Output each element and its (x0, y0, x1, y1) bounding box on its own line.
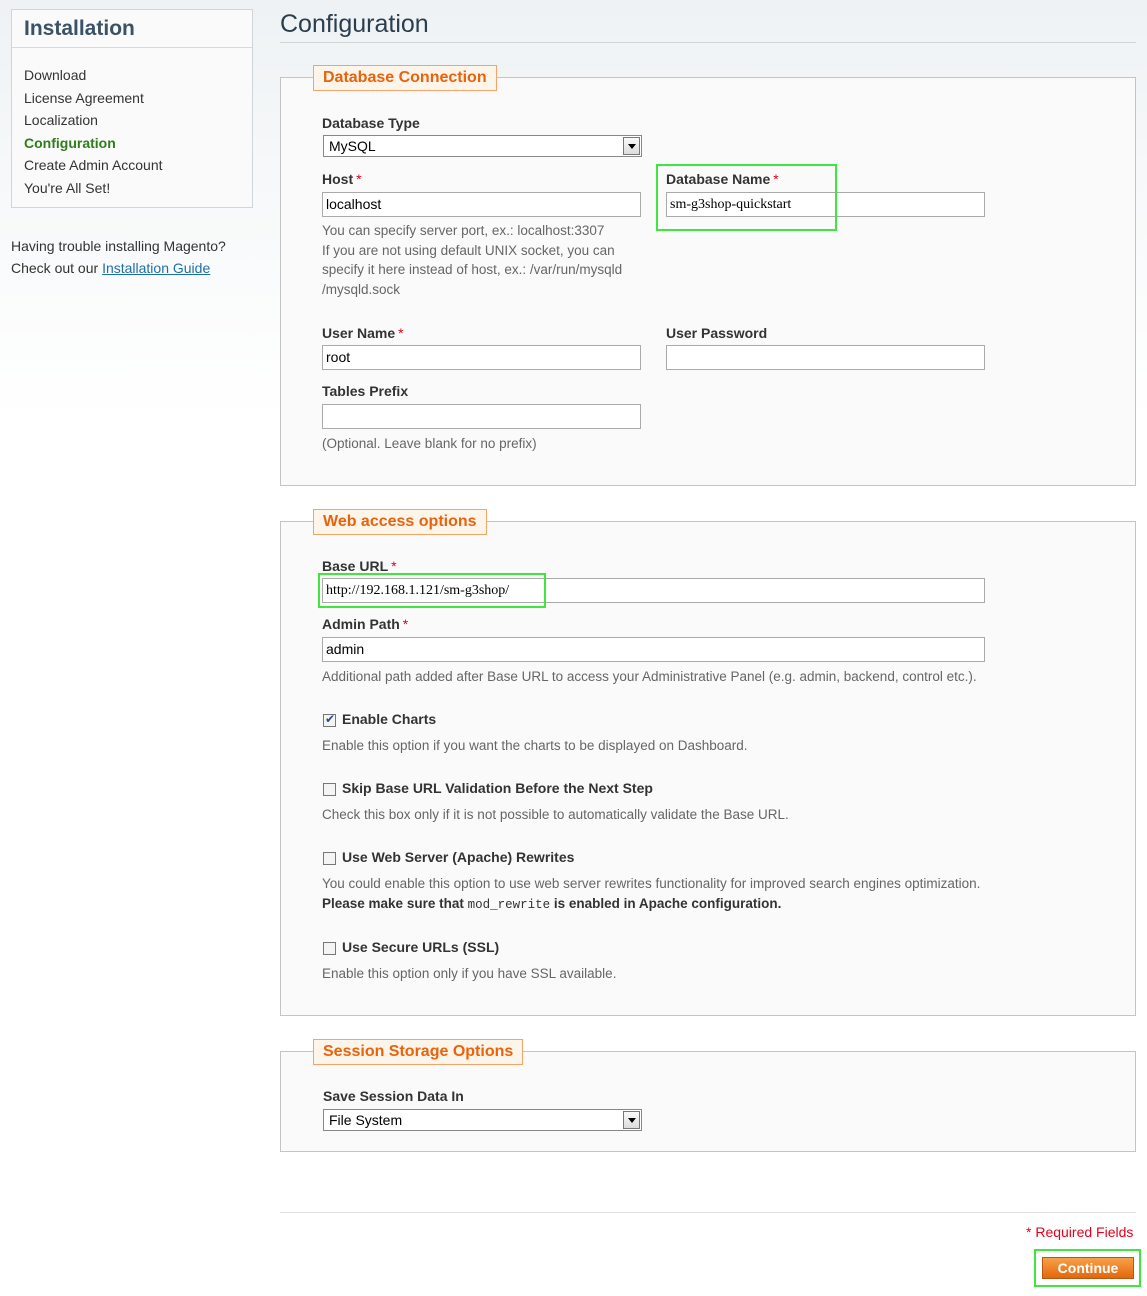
required-asterisk: * (402, 616, 409, 632)
help-prefix: Check out our (11, 260, 99, 276)
secure-urls-label[interactable]: Use Secure URLs (SSL) (342, 939, 499, 955)
highlight-continue (1034, 1249, 1141, 1287)
user-name-input[interactable]: root (322, 345, 641, 370)
save-session-value: File System (329, 1112, 403, 1128)
web-server-rewrites-label[interactable]: Use Web Server (Apache) Rewrites (342, 849, 574, 865)
required-asterisk: * (356, 171, 362, 187)
help-line: Check out our Installation Guide (11, 257, 226, 279)
user-name-label-text: User Name (322, 325, 396, 341)
user-name-label: User Name * (322, 325, 404, 341)
database-connection-legend: Database Connection (313, 65, 497, 91)
highlight-database-name (656, 164, 837, 231)
rewrites-warning-start: Please make sure that (322, 895, 464, 911)
admin-path-note: Additional path added after Base URL to … (322, 669, 977, 684)
database-type-select[interactable]: MySQL (323, 135, 642, 157)
tables-prefix-label: Tables Prefix (322, 383, 409, 399)
tables-prefix-input[interactable] (322, 404, 641, 429)
title-divider (280, 42, 1136, 43)
user-password-input[interactable] (666, 345, 985, 370)
secure-urls-note: Enable this option only if you have SSL … (322, 966, 617, 981)
help-text: Having trouble installing Magento? Check… (11, 235, 226, 279)
session-storage-fieldset: Session Storage Options Save Session Dat… (280, 1039, 1136, 1152)
rewrites-note-line: Please make sure that mod_rewrite is ena… (322, 894, 980, 916)
rewrites-warning-end: is enabled in Apache configuration. (553, 895, 782, 911)
divider (12, 47, 252, 48)
installation-guide-link[interactable]: Installation Guide (102, 260, 210, 276)
host-note: You can specify server port, ex.: localh… (322, 221, 622, 299)
skip-validation-checkbox[interactable] (323, 783, 336, 796)
installation-steps-panel: Installation Download License Agreement … (11, 9, 253, 208)
database-type-value: MySQL (329, 138, 376, 154)
tables-prefix-note: (Optional. Leave blank for no prefix) (322, 436, 537, 451)
host-input[interactable]: localhost (322, 192, 641, 217)
step-download: Download (24, 67, 87, 83)
admin-path-label-text: Admin Path (322, 616, 400, 632)
enable-charts-checkbox[interactable] (323, 712, 336, 727)
help-question: Having trouble installing Magento? (11, 238, 226, 254)
host-note-line: You can specify server port, ex.: localh… (322, 223, 605, 238)
skip-validation-label[interactable]: Skip Base URL Validation Before the Next… (342, 780, 653, 796)
chevron-down-icon[interactable] (623, 137, 640, 155)
footer-divider (280, 1212, 1136, 1213)
step-list: Download License Agreement Localization … (24, 64, 163, 199)
database-connection-fieldset: Database Connection Database Type MySQL … (280, 65, 1136, 486)
required-asterisk: * (398, 325, 404, 341)
host-note-line: /mysqld.sock (322, 281, 401, 297)
base-url-label-text: Base URL (322, 558, 389, 574)
required-fields-note: * Required Fields (1026, 1224, 1134, 1240)
admin-path-label: Admin Path * (322, 616, 408, 632)
chevron-down-icon[interactable] (623, 1111, 640, 1129)
session-storage-legend: Session Storage Options (313, 1039, 524, 1065)
secure-urls-checkbox[interactable] (323, 942, 336, 955)
host-label: Host * (322, 171, 362, 187)
web-access-options-legend: Web access options (313, 509, 487, 535)
host-note-line: If you are not using default UNIX socket… (322, 242, 615, 258)
base-url-label: Base URL * (322, 558, 397, 574)
required-asterisk: * (391, 558, 397, 574)
host-note-line: specify it here instead of host, ex.: /v… (322, 262, 623, 277)
skip-validation-note: Check this box only if it is not possibl… (322, 807, 789, 822)
save-session-select[interactable]: File System (323, 1109, 642, 1131)
save-session-label: Save Session Data In (323, 1088, 464, 1104)
enable-charts-label[interactable]: Enable Charts (342, 711, 436, 727)
highlight-base-url (318, 573, 546, 608)
step-create-admin-account: Create Admin Account (24, 157, 163, 173)
rewrites-note-line: You could enable this option to use web … (322, 876, 981, 891)
step-license-agreement: License Agreement (24, 89, 144, 106)
web-server-rewrites-note: You could enable this option to use web … (322, 874, 980, 915)
user-password-label: User Password (666, 325, 768, 341)
host-label-text: Host (322, 171, 354, 187)
admin-path-input[interactable]: admin (322, 637, 985, 662)
page-title: Configuration (280, 10, 429, 38)
enable-charts-note: Enable this option if you want the chart… (322, 738, 748, 753)
database-type-label: Database Type (322, 115, 420, 131)
step-configuration: Configuration (24, 134, 116, 151)
step-localization: Localization (24, 112, 98, 128)
step-all-set: You're All Set! (24, 179, 111, 196)
mod-rewrite-code: mod_rewrite (467, 897, 551, 912)
installation-title: Installation (24, 17, 135, 40)
web-server-rewrites-checkbox[interactable] (323, 852, 336, 865)
